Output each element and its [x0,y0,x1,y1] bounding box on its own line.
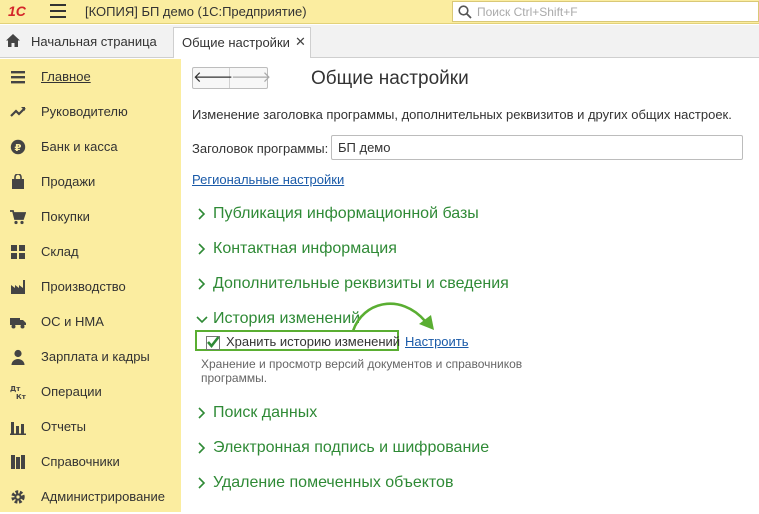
sidebar-item-label: Зарплата и кадры [41,349,150,364]
section-title: Удаление помеченных объектов [213,474,454,491]
sidebar-item-production[interactable]: Производство [0,269,181,304]
sidebar-item-label: Справочники [41,454,120,469]
warehouse-grid-icon [11,245,25,259]
svg-text:Кт: Кт [16,393,26,400]
chevron-right-icon [198,407,206,419]
program-title-label: Заголовок программы: [192,141,329,156]
svg-text:₽: ₽ [15,143,22,154]
sidebar-item-salary[interactable]: Зарплата и кадры [0,339,181,374]
factory-icon [11,280,25,294]
checkmark-icon [207,336,220,349]
nav-buttons: 🡐 🡒 [192,67,271,89]
shopping-bag-icon [12,174,24,189]
search-input[interactable] [477,4,747,20]
global-search[interactable] [452,1,759,22]
search-icon [458,5,472,19]
program-title-field[interactable]: БП демо [331,135,743,160]
close-icon[interactable]: ✕ [295,34,306,50]
section-title: Поиск данных [213,404,318,421]
page-description: Изменение заголовка программы, дополните… [192,107,732,122]
chevron-right-icon [198,442,206,454]
section-title: Контактная информация [213,240,397,257]
gear-icon [11,490,25,504]
title-bar: 1С [КОПИЯ] БП демо (1С:Предприятие) [0,0,759,24]
bar-chart-icon [10,422,26,435]
sidebar-item-manager[interactable]: Руководителю [0,94,181,129]
person-icon [11,349,25,365]
regional-settings-link[interactable]: Региональные настройки [192,172,344,187]
main-content: 🡐 🡒 Общие настройки Изменение заголовка … [181,59,759,512]
forward-button[interactable]: 🡒 [231,68,271,88]
sidebar-item-label: Продажи [41,174,96,189]
tab-bar: Начальная страница Общие настройки ✕ [0,25,759,58]
sidebar-item-label: Банк и касса [41,139,118,154]
back-button[interactable]: 🡐 [193,68,233,88]
callout-arrow [351,302,434,332]
chevron-right-icon [198,477,206,489]
sidebar: Главное Руководителю ₽ Банк и касса Прод… [0,59,181,512]
books-icon [11,455,25,469]
section-title: Дополнительные реквизиты и сведения [213,275,509,292]
sidebar-item-directories[interactable]: Справочники [0,444,181,479]
sidebar-item-label: Руководителю [41,104,128,119]
tab-general-settings[interactable]: Общие настройки ✕ [173,27,311,58]
sidebar-item-reports[interactable]: Отчеты [0,409,181,444]
debit-credit-icon: ДтКт [10,385,26,400]
tab-home[interactable]: Начальная страница [0,25,170,57]
tab-home-label: Начальная страница [31,34,157,49]
svg-text:Дт: Дт [10,385,21,393]
sidebar-item-purchases[interactable]: Покупки [0,199,181,234]
page-title: Общие настройки [311,68,469,89]
sidebar-item-label: ОС и НМА [41,314,104,329]
section-title: История изменений [213,310,361,327]
sidebar-item-warehouse[interactable]: Склад [0,234,181,269]
store-history-checkbox[interactable] [206,336,220,350]
sidebar-item-label: Производство [41,279,126,294]
truck-icon [10,318,26,329]
section-title: Электронная подпись и шифрование [213,439,490,456]
sidebar-item-main[interactable]: Главное [0,59,181,94]
section-title: Публикация информационной базы [213,205,479,222]
home-icon [6,34,20,47]
sidebar-item-label: Отчеты [41,419,86,434]
trend-chart-icon [10,107,26,117]
sidebar-item-fixed-assets[interactable]: ОС и НМА [0,304,181,339]
cart-icon [10,210,26,225]
sidebar-item-label: Главное [41,69,91,84]
chevron-right-icon [198,243,206,255]
sidebar-item-operations[interactable]: Дт Кт Операции [0,374,181,409]
tab-label: Общие настройки [182,35,290,50]
chevron-down-icon [196,316,208,324]
chevron-right-icon [198,208,206,220]
sidebar-item-label: Операции [41,384,102,399]
history-hint: Хранение и просмотр версий документов и … [201,357,523,385]
app-logo: 1С [8,3,26,19]
sidebar-item-label: Администрирование [41,489,165,504]
menu-lines-icon [11,71,25,84]
hamburger-menu-icon[interactable] [50,4,66,18]
sidebar-item-label: Склад [41,244,79,259]
chevron-right-icon [198,278,206,290]
ruble-coin-icon: ₽ [10,139,26,155]
sidebar-item-bank[interactable]: ₽ Банк и касса [0,129,181,164]
sidebar-item-admin[interactable]: Администрирование [0,479,181,514]
sidebar-item-label: Покупки [41,209,90,224]
window-title: [КОПИЯ] БП демо (1С:Предприятие) [85,4,307,19]
sidebar-item-sales[interactable]: Продажи [0,164,181,199]
